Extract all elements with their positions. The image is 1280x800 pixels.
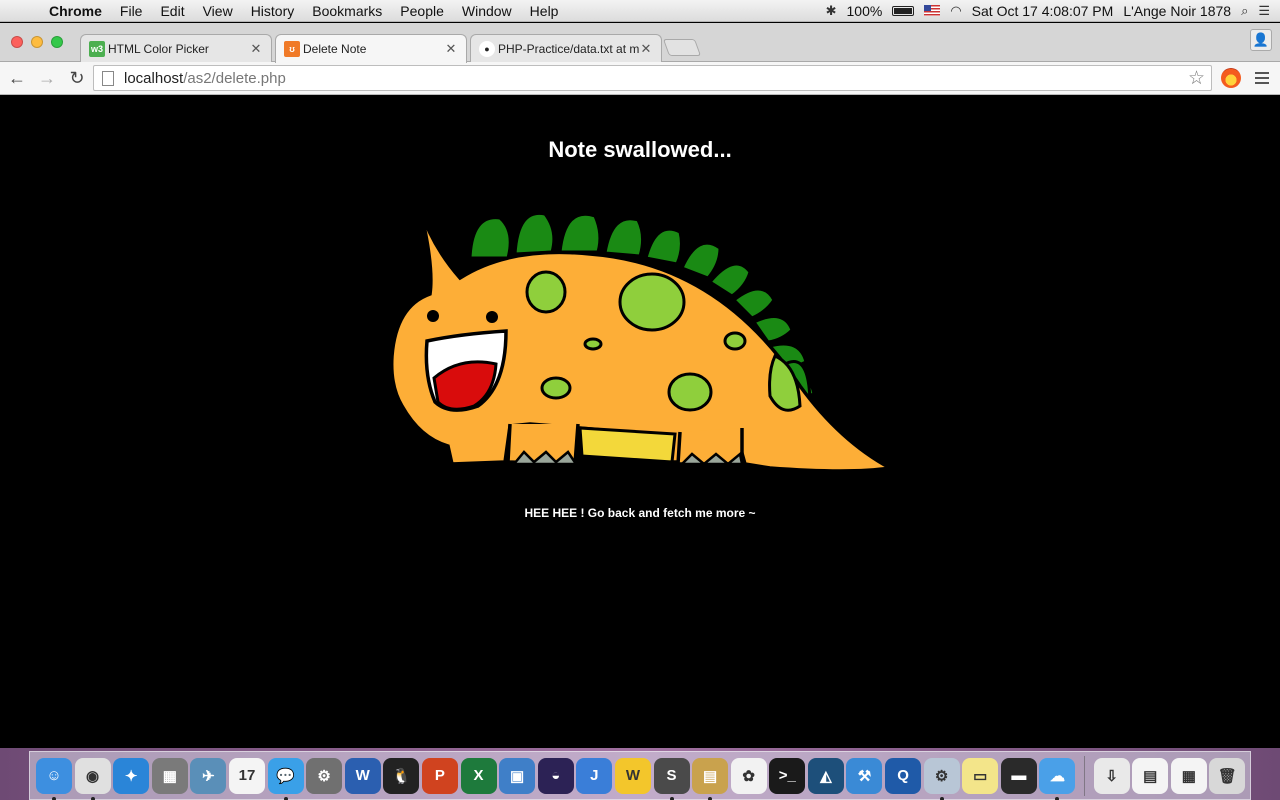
spotlight-search-icon[interactable]: ⌕ — [1241, 3, 1248, 19]
menu-bookmarks[interactable]: Bookmarks — [303, 3, 391, 19]
tab-strip: w3 HTML Color Picker ✕ ʊ Delete Note ✕ ●… — [0, 23, 1280, 63]
menu-history[interactable]: History — [242, 3, 304, 19]
tab-title: Delete Note — [303, 42, 367, 56]
battery-icon[interactable] — [892, 5, 915, 16]
downloads-stack-icon[interactable]: ⇩ — [1093, 757, 1130, 794]
safari-icon[interactable]: ✦ — [113, 757, 150, 794]
bluetooth-icon[interactable]: ✱ — [826, 3, 837, 19]
chrome-menu-icon[interactable] — [1255, 69, 1269, 87]
dock: ☺ ◉ ✦ ▦ ✈ 17 💬 ⚙ W 🐧 P X ▣ ◒ J W S ▤ ✿ >_ ◭ ⚒ Q ⚙ ▭ ▬ ☁ ⇩ ▤ ▦ 🗑 — [29, 751, 1251, 800]
tab-github-data-txt[interactable]: ● PHP-Practice/data.txt at m ✕ — [470, 34, 662, 62]
reload-icon[interactable]: ↻ — [64, 65, 90, 91]
wifi-icon[interactable]: ◠ — [950, 3, 961, 19]
menu-edit[interactable]: Edit — [151, 3, 193, 19]
close-tab-icon[interactable]: ✕ — [444, 41, 458, 57]
utilities-icon[interactable]: ⚙ — [923, 757, 960, 800]
window-controls — [11, 36, 63, 48]
page-message: HEE HEE ! Go back and fetch me more ~ — [524, 506, 756, 520]
menu-help[interactable]: Help — [521, 3, 568, 19]
w3-icon: w3 — [89, 40, 105, 57]
tab-title: PHP-Practice/data.txt at m — [498, 41, 639, 56]
terminal-icon[interactable]: >_ — [769, 757, 806, 794]
clock[interactable]: Sat Oct 17 4:08:07 PM — [972, 3, 1114, 19]
xampp-icon: ʊ — [284, 41, 300, 57]
word-icon[interactable]: W — [344, 757, 381, 794]
close-window-button[interactable] — [11, 36, 23, 48]
macos-menu-bar: Chrome File Edit View History Bookmarks … — [0, 0, 1280, 22]
excel-icon[interactable]: X — [460, 757, 497, 794]
zoom-window-button[interactable] — [51, 36, 63, 48]
sublime-text-icon[interactable]: S — [653, 757, 690, 800]
icloud-icon[interactable]: ☁ — [1039, 757, 1076, 800]
archive-icon[interactable]: ▤ — [692, 757, 729, 800]
qq-icon[interactable]: 🐧 — [383, 757, 420, 794]
minimize-window-button[interactable] — [31, 36, 43, 48]
chrome-icon[interactable]: ◉ — [74, 757, 111, 800]
tab-title: HTML Color Picker — [108, 41, 209, 56]
screenshots-stack-icon[interactable]: ▦ — [1170, 757, 1207, 794]
messages-icon[interactable]: 💬 — [267, 757, 304, 800]
url-host: localhost — [124, 69, 184, 87]
eclipse-icon[interactable]: ◒ — [537, 757, 574, 794]
tab-delete-note[interactable]: ʊ Delete Note ✕ — [275, 34, 467, 63]
calculator-icon[interactable]: ▦ — [151, 757, 188, 794]
new-tab-button[interactable] — [662, 39, 702, 56]
desktop-background: ☺ ◉ ✦ ▦ ✈ 17 💬 ⚙ W 🐧 P X ▣ ◒ J W S ▤ ✿ >_ ◭ ⚒ Q ⚙ ▭ ▬ ☁ ⇩ ▤ ▦ 🗑 — [0, 748, 1280, 800]
browser-toolbar: ← → ↻ localhost /as2/delete.php ☆ — [0, 62, 1280, 95]
address-bar[interactable]: localhost /as2/delete.php ☆ — [93, 65, 1212, 91]
photos-icon[interactable]: ✿ — [730, 757, 767, 794]
menu-people[interactable]: People — [391, 3, 453, 19]
dino-belly — [578, 426, 677, 464]
url-path: /as2/delete.php — [183, 69, 286, 87]
dinosaur-illustration — [390, 207, 899, 474]
user-name[interactable]: L'Ange Noir 1878 — [1123, 3, 1231, 19]
dino-eye-right — [486, 311, 498, 323]
documents-stack-icon[interactable]: ▤ — [1132, 757, 1169, 794]
xcode-icon[interactable]: ⚒ — [846, 757, 883, 794]
page-heading: Note swallowed... — [548, 137, 732, 162]
wordpress-icon[interactable]: W — [614, 757, 651, 794]
page-content: Note swallowed... HEE HEE ! Go back and … — [0, 96, 1280, 748]
preview-icon[interactable]: ✈ — [190, 757, 227, 794]
trash-icon[interactable]: 🗑 — [1209, 757, 1246, 794]
printer-icon[interactable]: ▬ — [1000, 757, 1037, 794]
bookmark-star-icon[interactable]: ☆ — [1188, 67, 1205, 90]
close-tab-icon[interactable]: ✕ — [249, 41, 263, 57]
battery-percent[interactable]: 100% — [847, 3, 883, 19]
stickies-icon[interactable]: ▭ — [962, 757, 999, 794]
close-tab-icon[interactable]: ✕ — [639, 41, 653, 57]
input-source-flag-icon[interactable] — [924, 5, 941, 16]
quicktime-icon[interactable]: Q — [885, 757, 922, 794]
extension-fire-icon[interactable] — [1221, 68, 1241, 88]
mysql-workbench-icon[interactable]: ◭ — [807, 757, 844, 794]
tab-html-color-picker[interactable]: w3 HTML Color Picker ✕ — [80, 34, 272, 62]
finder-icon[interactable]: ☺ — [36, 757, 72, 800]
notification-center-icon[interactable]: ☰ — [1258, 3, 1270, 19]
profile-avatar-icon[interactable]: 👤 — [1250, 29, 1272, 51]
menu-file[interactable]: File — [111, 3, 152, 19]
back-arrow-icon[interactable]: ← — [4, 65, 30, 91]
dock-separator — [1084, 755, 1086, 796]
menu-window[interactable]: Window — [453, 3, 521, 19]
intellij-icon[interactable]: J — [576, 757, 613, 794]
dino-eye-left — [427, 310, 439, 322]
menu-app-name[interactable]: Chrome — [40, 3, 111, 19]
menu-extras: ✱ 100% ◠ Sat Oct 17 4:08:07 PM L'Ange No… — [826, 3, 1280, 19]
menu-view[interactable]: View — [194, 3, 242, 19]
forward-arrow-icon[interactable]: → — [34, 65, 60, 91]
virtualbox-icon[interactable]: ▣ — [499, 757, 536, 794]
system-preferences-icon[interactable]: ⚙ — [306, 757, 343, 794]
github-icon: ● — [479, 40, 495, 57]
powerpoint-icon[interactable]: P — [421, 757, 458, 794]
calendar-icon[interactable]: 17 — [228, 757, 265, 794]
page-icon — [102, 70, 114, 86]
